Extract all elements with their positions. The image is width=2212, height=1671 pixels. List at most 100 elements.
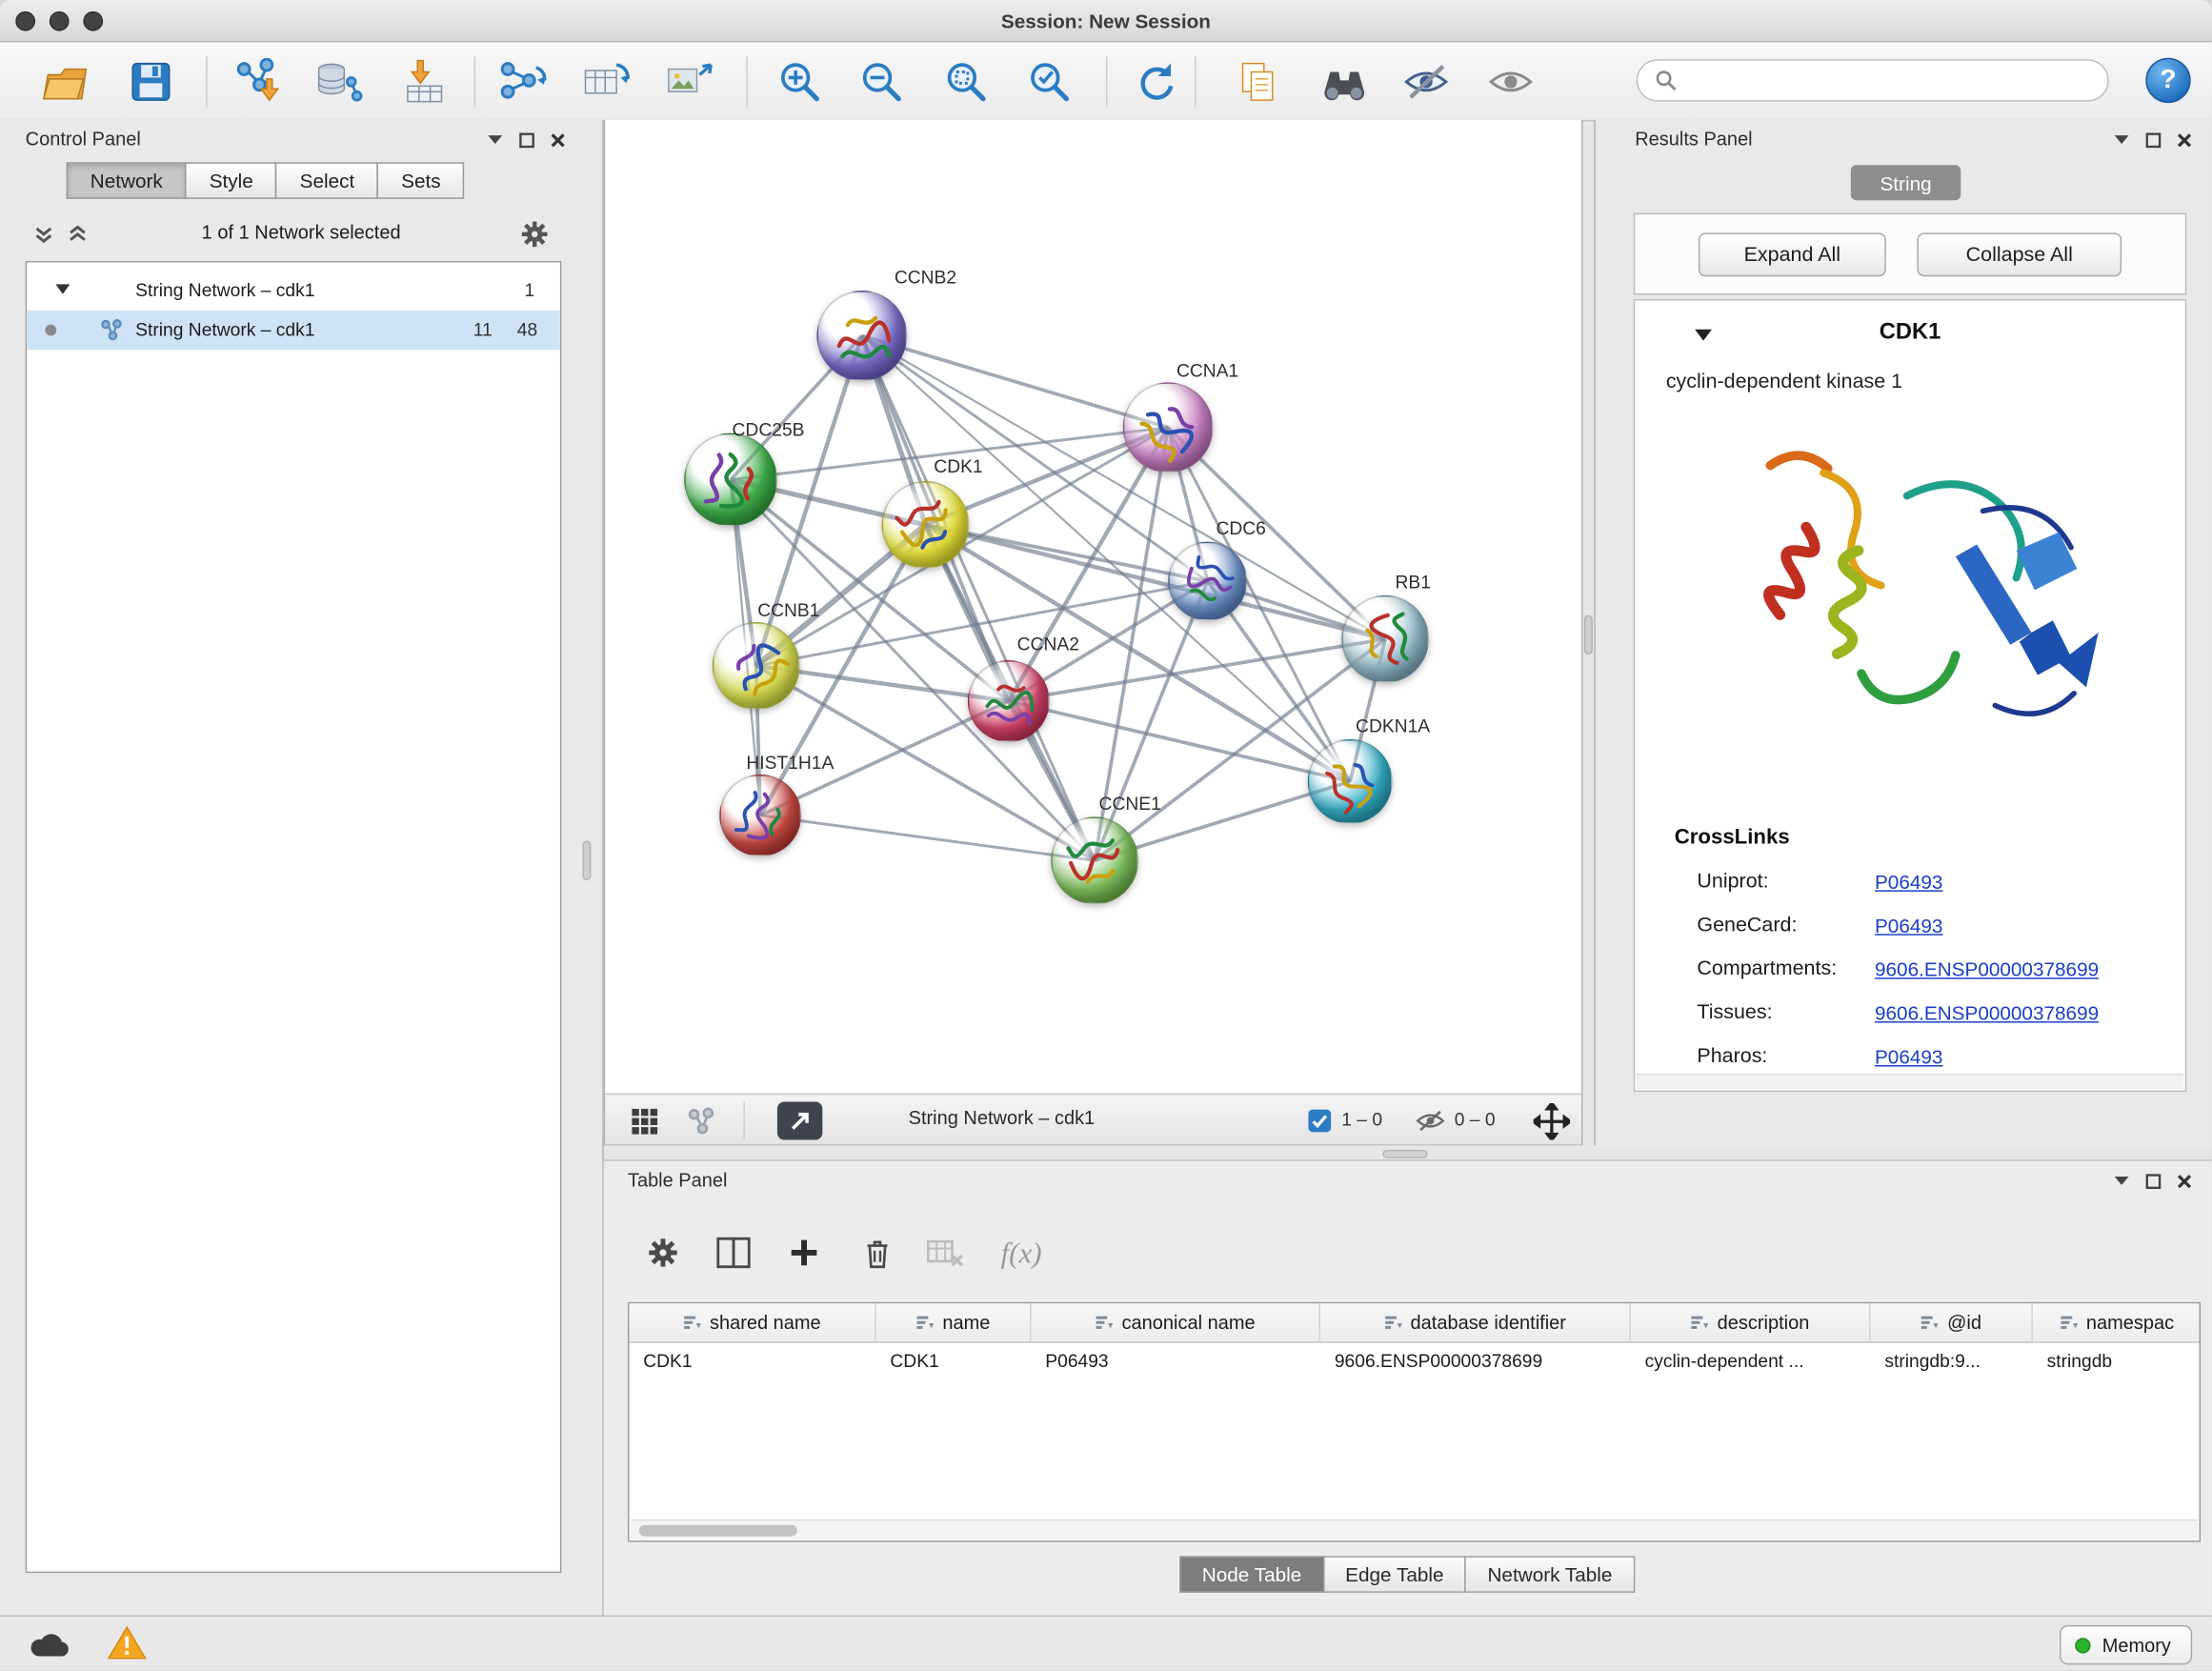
table-settings-button[interactable] [634, 1226, 691, 1279]
pan-crosshair-icon[interactable] [1534, 1103, 1571, 1140]
copy-button[interactable] [1224, 50, 1292, 112]
help-button[interactable]: ? [2145, 58, 2190, 103]
tab-node-table[interactable]: Node Table [1179, 1556, 1324, 1593]
column-header-@id[interactable]: @id [1871, 1303, 2033, 1341]
table-cell[interactable]: 9606.ENSP00000378699 [1320, 1343, 1631, 1380]
show-columns-button[interactable] [705, 1226, 761, 1279]
crosslink-value[interactable]: P06493 [1875, 871, 1942, 894]
hide-selected-button[interactable] [1393, 50, 1460, 112]
tab-network[interactable]: Network [67, 162, 187, 199]
open-in-window-button[interactable] [777, 1102, 822, 1140]
network-edge[interactable] [862, 335, 1095, 860]
network-node-hist1h1a[interactable] [719, 775, 801, 856]
zoom-fit-button[interactable] [933, 50, 1000, 112]
network-node-ccnb2[interactable] [816, 291, 907, 381]
column-header-name[interactable]: name [876, 1303, 1032, 1341]
horizontal-splitter-handle[interactable] [1382, 1150, 1427, 1158]
network-node-ccna2[interactable] [968, 660, 1050, 742]
add-row-button[interactable] [775, 1226, 832, 1279]
float-panel-icon[interactable] [519, 131, 534, 147]
network-node-cdkn1a[interactable] [1308, 739, 1393, 824]
show-graphics-details-button[interactable] [1477, 50, 1544, 112]
gear-icon[interactable] [520, 220, 549, 249]
close-panel-icon[interactable] [551, 131, 566, 147]
zoom-out-button[interactable] [848, 50, 915, 112]
network-canvas[interactable]: CCNB2CCNA1CDC25BCDK1CDC6RB1CCNB1CCNA2CDK… [605, 120, 1581, 1094]
table-cell[interactable]: cyclin-dependent ... [1631, 1343, 1871, 1380]
results-scrollbar[interactable] [1637, 1074, 2184, 1089]
table-cell[interactable]: stringdb [2033, 1343, 2201, 1380]
tab-edge-table[interactable]: Edge Table [1322, 1556, 1466, 1593]
column-header-canonical-name[interactable]: canonical name [1031, 1303, 1320, 1341]
network-node-cdc25b[interactable] [684, 433, 777, 527]
close-panel-icon[interactable] [2177, 1173, 2192, 1188]
warning-icon[interactable] [108, 1625, 147, 1661]
network-edge[interactable] [760, 815, 1095, 860]
network-node-rb1[interactable] [1341, 595, 1429, 683]
network-edge[interactable] [1009, 701, 1350, 781]
table-cell[interactable]: P06493 [1031, 1343, 1320, 1380]
collapse-panel-icon[interactable] [2113, 1176, 2130, 1187]
table-row[interactable]: CDK1CDK1P064939606.ENSP00000378699cyclin… [629, 1343, 2199, 1380]
crosslink-value[interactable]: P06493 [1875, 1045, 1942, 1068]
network-node-ccnb1[interactable] [713, 622, 800, 710]
crosslink-value[interactable]: 9606.ENSP00000378699 [1875, 1001, 2099, 1024]
zoom-in-button[interactable] [766, 50, 834, 112]
table-horizontal-scrollbar[interactable] [631, 1520, 2198, 1540]
collapse-panel-icon[interactable] [487, 134, 504, 146]
left-splitter-handle[interactable] [583, 841, 592, 880]
cloud-icon[interactable] [29, 1629, 70, 1659]
expand-all-button[interactable]: Expand All [1699, 232, 1886, 276]
collapse-all-button[interactable]: Collapse All [1917, 232, 2122, 276]
network-node-ccna1[interactable] [1123, 382, 1214, 473]
memory-button[interactable]: Memory [2060, 1625, 2192, 1664]
table-cell[interactable]: stringdb:9... [1871, 1343, 2033, 1380]
grid-view-icon[interactable] [631, 1107, 659, 1136]
search-field[interactable] [1637, 59, 2109, 101]
network-edge[interactable] [862, 335, 1168, 427]
hidden-eye-icon[interactable] [1415, 1109, 1446, 1133]
column-header-database-identifier[interactable]: database identifier [1320, 1303, 1631, 1341]
tab-select[interactable]: Select [275, 162, 378, 199]
network-node-cdc6[interactable] [1168, 542, 1247, 621]
network-overview-button[interactable] [1311, 50, 1378, 112]
open-session-button[interactable] [31, 50, 99, 112]
network-node-ccne1[interactable] [1051, 816, 1138, 904]
delete-column-button[interactable] [849, 1226, 905, 1279]
network-row[interactable]: String Network – cdk1 11 48 [27, 311, 560, 350]
float-panel-icon[interactable] [2145, 1173, 2161, 1188]
new-network-from-selection-button[interactable] [490, 50, 557, 112]
new-table-button[interactable] [573, 50, 640, 112]
right-splitter-handle[interactable] [1584, 615, 1593, 654]
search-input[interactable] [1689, 70, 2091, 91]
import-network-database-button[interactable] [305, 50, 372, 112]
import-table-file-button[interactable] [391, 50, 458, 112]
import-network-file-button[interactable] [224, 50, 292, 112]
close-window-button[interactable] [15, 11, 35, 31]
network-node-cdk1[interactable] [882, 481, 970, 569]
float-panel-icon[interactable] [2145, 131, 2161, 147]
crosslink-value[interactable]: 9606.ENSP00000378699 [1875, 957, 2099, 980]
column-header-namespac[interactable]: namespac [2033, 1303, 2201, 1341]
column-header-description[interactable]: description [1631, 1303, 1871, 1341]
export-image-button[interactable] [656, 50, 724, 112]
crosslink-value[interactable]: P06493 [1875, 915, 1942, 937]
tab-sets[interactable]: Sets [377, 162, 465, 199]
collapse-panel-icon[interactable] [2113, 134, 2130, 146]
zoom-selected-button[interactable] [1016, 50, 1083, 112]
save-session-button[interactable] [117, 50, 185, 112]
close-panel-icon[interactable] [2177, 131, 2192, 147]
tab-string[interactable]: String [1851, 165, 1961, 200]
column-header-shared-name[interactable]: shared name [629, 1303, 875, 1341]
scrollbar-thumb[interactable] [639, 1525, 797, 1537]
network-collection-row[interactable]: String Network – cdk1 1 [27, 271, 560, 310]
tree-expand-icon[interactable] [55, 284, 70, 295]
tab-network-table[interactable]: Network Table [1465, 1556, 1635, 1593]
minimize-window-button[interactable] [50, 11, 70, 31]
table-cell[interactable]: CDK1 [629, 1343, 875, 1380]
function-builder-button[interactable]: f(x) [993, 1226, 1049, 1279]
apply-layout-button[interactable] [1121, 50, 1189, 112]
delete-table-button[interactable] [917, 1226, 974, 1279]
table-cell[interactable]: CDK1 [876, 1343, 1032, 1380]
share-view-icon[interactable] [687, 1107, 715, 1136]
